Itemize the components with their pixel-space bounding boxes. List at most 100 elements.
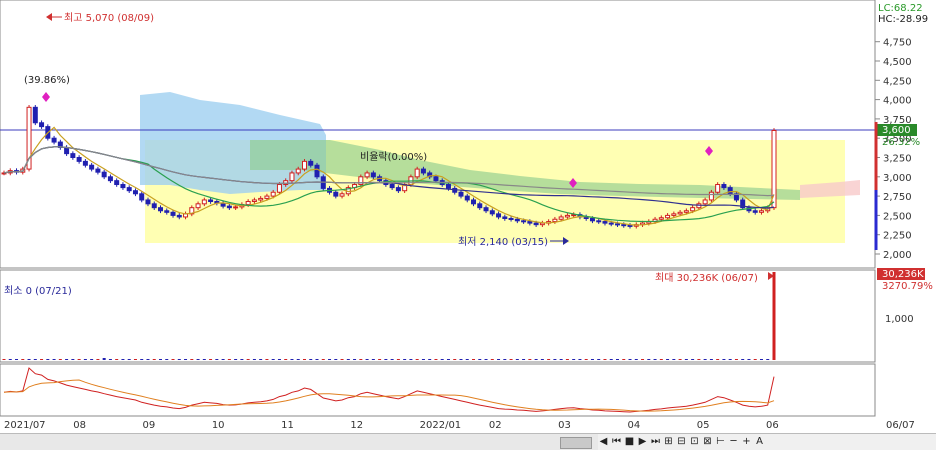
volume-bar	[590, 359, 594, 360]
volume-bar	[697, 359, 701, 360]
volume-bar	[133, 359, 137, 360]
toolbar-button-8[interactable]: ⊡	[689, 436, 700, 448]
vol-min-label: 최소 0 (07/21)	[4, 285, 72, 297]
candle-body	[564, 214, 570, 218]
volume-bar	[234, 359, 238, 360]
toolbar-button-9[interactable]: ⊠	[702, 436, 713, 448]
volume-bar	[296, 359, 300, 360]
volume-bar	[728, 359, 732, 360]
volume-bar	[453, 359, 457, 360]
volume-bar	[177, 359, 181, 360]
volume-bar	[547, 359, 551, 360]
current-price-value: 3,600	[882, 125, 911, 136]
candle-body	[51, 137, 57, 143]
low-label: 최저 2,140 (03/15)	[458, 236, 548, 248]
toolbar-button-11[interactable]: ─	[728, 436, 739, 448]
volume-bar	[672, 359, 676, 360]
volume-bar	[40, 359, 44, 360]
candle-body	[596, 220, 602, 223]
candle-body	[690, 207, 696, 212]
candle-body	[514, 218, 520, 222]
volume-bar	[459, 359, 463, 360]
candle-body	[445, 184, 451, 189]
volume-bar	[340, 359, 344, 360]
volume-bar	[421, 359, 425, 360]
volume-bar	[503, 359, 507, 360]
volume-bar	[553, 359, 557, 360]
lc-label: LC:68.22	[878, 3, 923, 14]
volume-bar	[753, 359, 757, 360]
candle-body	[195, 203, 201, 209]
volume-bar	[90, 359, 94, 360]
volume-bar	[534, 359, 538, 360]
candle-body	[39, 122, 45, 128]
toolbar-button-13[interactable]: A	[754, 436, 765, 448]
candle-body	[151, 203, 157, 209]
volume-bar	[209, 359, 213, 360]
candle-body	[496, 213, 502, 218]
toolbar-button-3[interactable]: ■	[624, 436, 635, 448]
candle-body	[621, 224, 627, 227]
candle-body	[614, 223, 620, 226]
volume-bar	[52, 359, 56, 360]
candle-body	[464, 195, 470, 201]
candle-body	[721, 184, 727, 189]
volume-bar	[440, 359, 444, 360]
volume-bar	[334, 359, 338, 360]
volume-bar	[365, 359, 369, 360]
toolbar-button-5[interactable]: ⏭	[650, 436, 661, 448]
candle-body	[289, 172, 295, 182]
volume-bar	[190, 359, 194, 360]
toolbar-button-2[interactable]: ⏮	[611, 436, 622, 448]
volume-bar	[108, 359, 112, 360]
candle-body	[671, 213, 677, 216]
volume-bar	[227, 359, 231, 360]
chart-toolbar: ◀ ⏮ ■ ▶ ⏭ ⊞ ⊟ ⊡ ⊠ ⊢ ─ + A	[598, 433, 936, 450]
toolbar-button-6[interactable]: ⊞	[663, 436, 674, 448]
volume-bar	[202, 359, 206, 360]
stock-chart[interactable]: 최고 5,070 (08/09) (39.86%) 비율락(0.00%) 최저 …	[0, 0, 936, 449]
candle-body	[226, 205, 232, 209]
candle-body	[627, 224, 633, 227]
candle-body	[145, 199, 151, 205]
horizontal-scrollbar[interactable]	[0, 433, 598, 450]
volume-bar	[46, 359, 50, 360]
y-tick-label: 4,500	[883, 57, 912, 68]
toolbar-button-12[interactable]: +	[741, 436, 752, 448]
toolbar-button-10[interactable]: ⊢	[715, 436, 726, 448]
candle-body	[233, 206, 239, 209]
volume-bar	[346, 359, 350, 360]
candle-body	[483, 207, 489, 212]
toolbar-button-1[interactable]: ◀	[598, 436, 609, 448]
mid-label: 비율락(0.00%)	[360, 151, 427, 163]
volume-bar	[83, 359, 87, 360]
x-tick-label: 06	[766, 420, 779, 431]
candle-body	[114, 180, 120, 186]
toolbar-button-7[interactable]: ⊟	[676, 436, 687, 448]
candle-body	[727, 187, 733, 195]
volume-bar	[115, 359, 119, 360]
candle-body	[458, 191, 464, 197]
candle-body	[708, 191, 714, 201]
volume-bar	[759, 359, 763, 360]
volume-bar	[678, 359, 682, 360]
candle-body	[752, 210, 758, 213]
x-tick-label: 10	[212, 420, 225, 431]
volume-bar	[184, 359, 188, 360]
volume-bar	[490, 359, 494, 360]
volume-bar	[597, 359, 601, 360]
x-tick-label: 11	[281, 420, 294, 431]
volume-bar	[666, 359, 670, 360]
volume-bar	[415, 359, 419, 360]
volume-bar	[772, 272, 776, 360]
toolbar-button-4[interactable]: ▶	[637, 436, 648, 448]
x-tick-label: 08	[73, 420, 86, 431]
volume-bar	[27, 359, 31, 360]
volume-bar	[659, 359, 663, 360]
y-tick-label: 4,250	[883, 76, 912, 87]
volume-bar	[353, 359, 357, 360]
candle-body	[758, 210, 764, 213]
scrollbar-thumb[interactable]	[560, 437, 592, 449]
candle-body	[602, 221, 608, 224]
volume-bar	[628, 359, 632, 360]
